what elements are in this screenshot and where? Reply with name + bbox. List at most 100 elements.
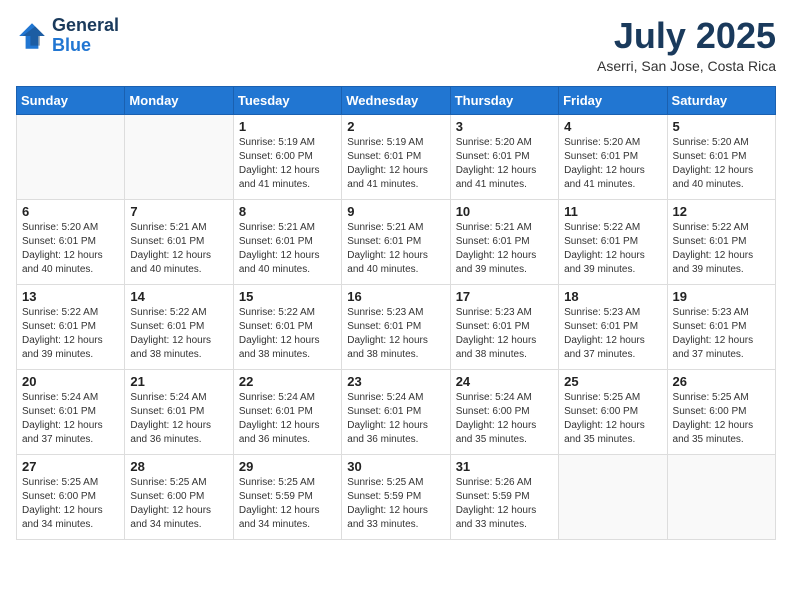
title-block: July 2025 Aserri, San Jose, Costa Rica xyxy=(597,16,776,74)
day-number: 10 xyxy=(456,204,553,219)
day-number: 3 xyxy=(456,119,553,134)
day-info: Sunrise: 5:19 AM Sunset: 6:01 PM Dayligh… xyxy=(347,136,444,192)
weekday-header: Monday xyxy=(125,86,233,114)
calendar-cell: 15 Sunrise: 5:22 AM Sunset: 6:01 PM Dayli… xyxy=(233,284,341,369)
day-number: 18 xyxy=(564,289,661,304)
calendar-cell: 9 Sunrise: 5:21 AM Sunset: 6:01 PM Daylig… xyxy=(342,199,450,284)
day-info: Sunrise: 5:20 AM Sunset: 6:01 PM Dayligh… xyxy=(564,136,661,192)
day-info: Sunrise: 5:23 AM Sunset: 6:01 PM Dayligh… xyxy=(456,306,553,362)
day-number: 4 xyxy=(564,119,661,134)
day-number: 8 xyxy=(239,204,336,219)
calendar-cell xyxy=(17,114,125,199)
day-info: Sunrise: 5:22 AM Sunset: 6:01 PM Dayligh… xyxy=(130,306,227,362)
day-number: 9 xyxy=(347,204,444,219)
weekday-header: Tuesday xyxy=(233,86,341,114)
weekday-header: Saturday xyxy=(667,86,775,114)
week-row: 20 Sunrise: 5:24 AM Sunset: 6:01 PM Dayli… xyxy=(17,369,776,454)
weekday-header: Wednesday xyxy=(342,86,450,114)
day-info: Sunrise: 5:22 AM Sunset: 6:01 PM Dayligh… xyxy=(22,306,119,362)
day-number: 25 xyxy=(564,374,661,389)
calendar-cell xyxy=(667,454,775,539)
week-row: 1Sunrise: 5:19 AM Sunset: 6:00 PM Daylig… xyxy=(17,114,776,199)
logo-icon xyxy=(16,20,48,52)
day-number: 26 xyxy=(673,374,770,389)
day-info: Sunrise: 5:20 AM Sunset: 6:01 PM Dayligh… xyxy=(673,136,770,192)
day-info: Sunrise: 5:25 AM Sunset: 6:00 PM Dayligh… xyxy=(564,391,661,447)
month-year: July 2025 xyxy=(597,16,776,56)
day-info: Sunrise: 5:21 AM Sunset: 6:01 PM Dayligh… xyxy=(347,221,444,277)
day-info: Sunrise: 5:24 AM Sunset: 6:01 PM Dayligh… xyxy=(239,391,336,447)
day-number: 24 xyxy=(456,374,553,389)
day-info: Sunrise: 5:22 AM Sunset: 6:01 PM Dayligh… xyxy=(239,306,336,362)
calendar-cell: 8Sunrise: 5:21 AM Sunset: 6:01 PM Daylig… xyxy=(233,199,341,284)
location: Aserri, San Jose, Costa Rica xyxy=(597,58,776,74)
day-info: Sunrise: 5:25 AM Sunset: 6:00 PM Dayligh… xyxy=(130,476,227,532)
week-row: 6 Sunrise: 5:20 AM Sunset: 6:01 PM Daylig… xyxy=(17,199,776,284)
week-row: 27Sunrise: 5:25 AM Sunset: 6:00 PM Dayli… xyxy=(17,454,776,539)
day-info: Sunrise: 5:23 AM Sunset: 6:01 PM Dayligh… xyxy=(347,306,444,362)
day-number: 5 xyxy=(673,119,770,134)
calendar-cell: 27Sunrise: 5:25 AM Sunset: 6:00 PM Dayli… xyxy=(17,454,125,539)
calendar-cell: 30 Sunrise: 5:25 AM Sunset: 5:59 PM Dayli… xyxy=(342,454,450,539)
weekday-header: Friday xyxy=(559,86,667,114)
calendar-cell: 22 Sunrise: 5:24 AM Sunset: 6:01 PM Dayli… xyxy=(233,369,341,454)
logo: General Blue xyxy=(16,16,119,56)
day-info: Sunrise: 5:25 AM Sunset: 5:59 PM Dayligh… xyxy=(239,476,336,532)
calendar-cell: 19Sunrise: 5:23 AM Sunset: 6:01 PM Dayli… xyxy=(667,284,775,369)
day-info: Sunrise: 5:22 AM Sunset: 6:01 PM Dayligh… xyxy=(673,221,770,277)
calendar-cell: 26Sunrise: 5:25 AM Sunset: 6:00 PM Dayli… xyxy=(667,369,775,454)
calendar-cell xyxy=(559,454,667,539)
day-info: Sunrise: 5:19 AM Sunset: 6:00 PM Dayligh… xyxy=(239,136,336,192)
page-header: General Blue July 2025 Aserri, San Jose,… xyxy=(16,16,776,74)
calendar-cell: 18Sunrise: 5:23 AM Sunset: 6:01 PM Dayli… xyxy=(559,284,667,369)
day-info: Sunrise: 5:26 AM Sunset: 5:59 PM Dayligh… xyxy=(456,476,553,532)
day-number: 16 xyxy=(347,289,444,304)
calendar-cell: 11 Sunrise: 5:22 AM Sunset: 6:01 PM Dayli… xyxy=(559,199,667,284)
calendar-cell: 6 Sunrise: 5:20 AM Sunset: 6:01 PM Daylig… xyxy=(17,199,125,284)
day-number: 29 xyxy=(239,459,336,474)
calendar-cell: 10Sunrise: 5:21 AM Sunset: 6:01 PM Dayli… xyxy=(450,199,558,284)
calendar-cell: 17 Sunrise: 5:23 AM Sunset: 6:01 PM Dayli… xyxy=(450,284,558,369)
weekday-header: Sunday xyxy=(17,86,125,114)
calendar-cell: 29 Sunrise: 5:25 AM Sunset: 5:59 PM Dayli… xyxy=(233,454,341,539)
calendar-cell: 23 Sunrise: 5:24 AM Sunset: 6:01 PM Dayli… xyxy=(342,369,450,454)
calendar-cell: 5 Sunrise: 5:20 AM Sunset: 6:01 PM Daylig… xyxy=(667,114,775,199)
day-number: 14 xyxy=(130,289,227,304)
calendar-cell xyxy=(125,114,233,199)
day-number: 6 xyxy=(22,204,119,219)
day-number: 30 xyxy=(347,459,444,474)
day-number: 28 xyxy=(130,459,227,474)
day-info: Sunrise: 5:20 AM Sunset: 6:01 PM Dayligh… xyxy=(22,221,119,277)
logo-text: General Blue xyxy=(52,16,119,56)
day-number: 19 xyxy=(673,289,770,304)
day-number: 23 xyxy=(347,374,444,389)
calendar-cell: 28 Sunrise: 5:25 AM Sunset: 6:00 PM Dayli… xyxy=(125,454,233,539)
logo-line1: General xyxy=(52,16,119,36)
day-number: 20 xyxy=(22,374,119,389)
logo-line2: Blue xyxy=(52,36,119,56)
day-info: Sunrise: 5:22 AM Sunset: 6:01 PM Dayligh… xyxy=(564,221,661,277)
day-info: Sunrise: 5:25 AM Sunset: 5:59 PM Dayligh… xyxy=(347,476,444,532)
calendar-cell: 1Sunrise: 5:19 AM Sunset: 6:00 PM Daylig… xyxy=(233,114,341,199)
calendar-cell: 25 Sunrise: 5:25 AM Sunset: 6:00 PM Dayli… xyxy=(559,369,667,454)
calendar-cell: 21Sunrise: 5:24 AM Sunset: 6:01 PM Dayli… xyxy=(125,369,233,454)
day-info: Sunrise: 5:24 AM Sunset: 6:01 PM Dayligh… xyxy=(347,391,444,447)
day-info: Sunrise: 5:25 AM Sunset: 6:00 PM Dayligh… xyxy=(22,476,119,532)
day-info: Sunrise: 5:21 AM Sunset: 6:01 PM Dayligh… xyxy=(130,221,227,277)
week-row: 13 Sunrise: 5:22 AM Sunset: 6:01 PM Dayli… xyxy=(17,284,776,369)
calendar-cell: 20 Sunrise: 5:24 AM Sunset: 6:01 PM Dayli… xyxy=(17,369,125,454)
day-number: 22 xyxy=(239,374,336,389)
day-info: Sunrise: 5:24 AM Sunset: 6:01 PM Dayligh… xyxy=(22,391,119,447)
day-number: 15 xyxy=(239,289,336,304)
calendar-cell: 24Sunrise: 5:24 AM Sunset: 6:00 PM Dayli… xyxy=(450,369,558,454)
calendar-cell: 12Sunrise: 5:22 AM Sunset: 6:01 PM Dayli… xyxy=(667,199,775,284)
day-number: 11 xyxy=(564,204,661,219)
calendar-cell: 16 Sunrise: 5:23 AM Sunset: 6:01 PM Dayli… xyxy=(342,284,450,369)
day-info: Sunrise: 5:24 AM Sunset: 6:01 PM Dayligh… xyxy=(130,391,227,447)
calendar-cell: 31 Sunrise: 5:26 AM Sunset: 5:59 PM Dayli… xyxy=(450,454,558,539)
calendar-cell: 13 Sunrise: 5:22 AM Sunset: 6:01 PM Dayli… xyxy=(17,284,125,369)
day-number: 17 xyxy=(456,289,553,304)
day-number: 13 xyxy=(22,289,119,304)
day-number: 31 xyxy=(456,459,553,474)
day-number: 7 xyxy=(130,204,227,219)
